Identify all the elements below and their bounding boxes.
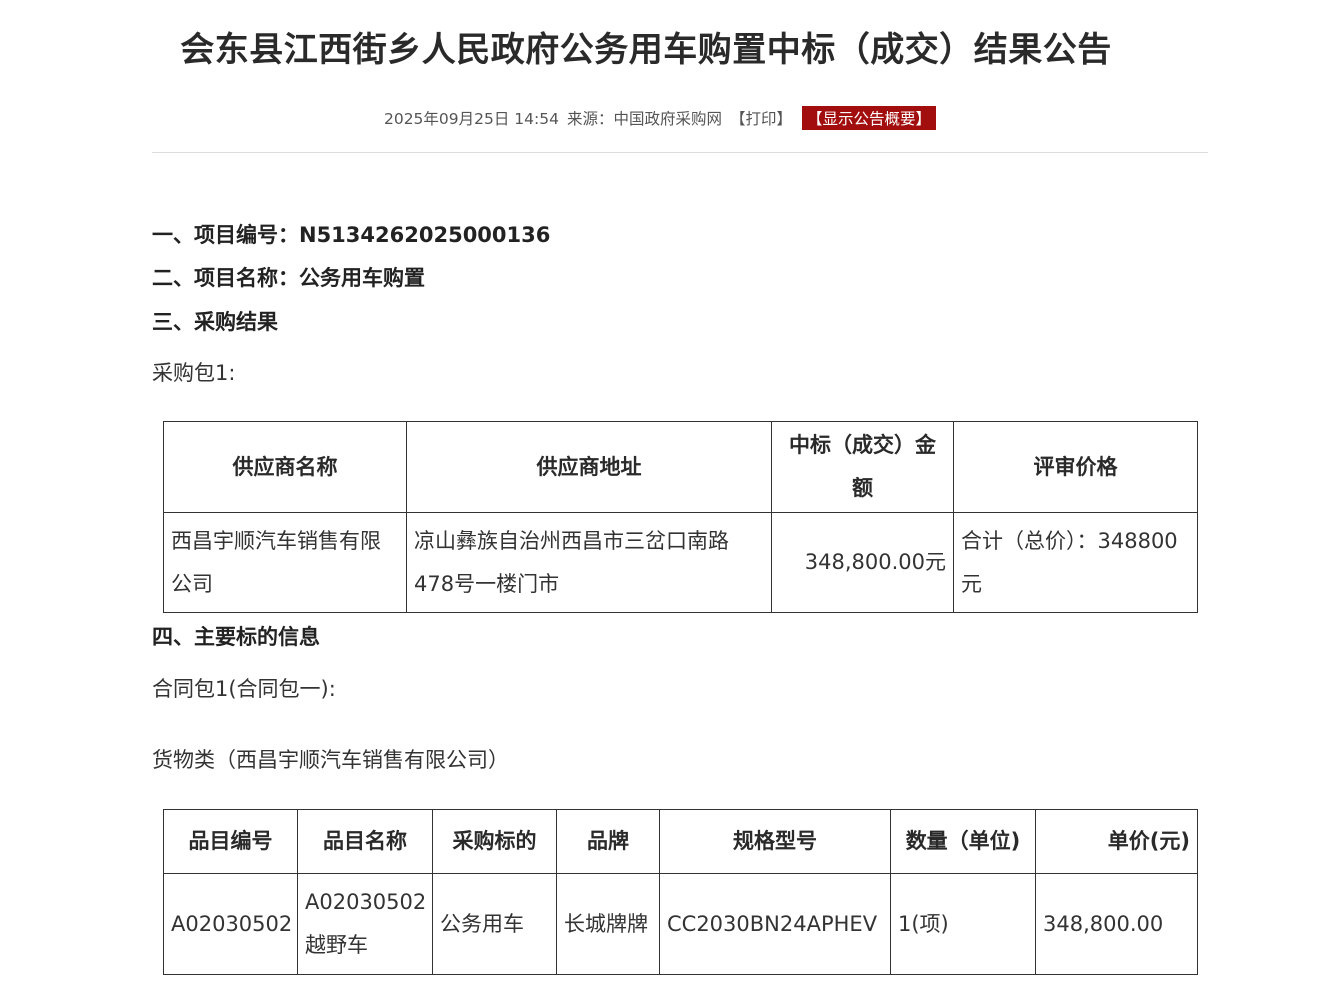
item-name-cell: A02030502越野车 [297,873,433,975]
header-award-amount: 中标（成交）金额 [771,421,954,513]
header-procurement-target: 采购标的 [432,809,557,874]
quantity-cell: 1(项) [890,873,1036,975]
header-quantity: 数量（单位) [890,809,1036,874]
goods-category-label: 货物类（西昌宇顺汽车销售有限公司） [152,748,509,772]
header-model: 规格型号 [659,809,891,874]
show-summary-button[interactable]: 【显示公告概要】 [802,106,937,130]
supplier-name-cell: 西昌宇顺汽车销售有限公司 [163,512,407,613]
goods-table: 品目编号 品目名称 采购标的 品牌 规格型号 数量（单位) 单价(元) A020… [163,809,1198,975]
main-info-heading: 四、主要标的信息 [152,625,320,649]
package-label: 采购包1: [152,361,236,385]
project-name: 二、项目名称：公务用车购置 [152,266,425,290]
announcement-page: 会东县江西街乡人民政府公务用车购置中标（成交）结果公告 2025年09月25日 … [0,0,1320,982]
header-review-price: 评审价格 [953,421,1198,513]
table-row: 西昌宇顺汽车销售有限公司 凉山彝族自治州西昌市三岔口南路478号一楼门市 348… [163,512,1198,613]
result-table-header: 供应商名称 供应商地址 中标（成交）金额 评审价格 [163,421,1198,513]
review-price-cell: 合计（总价）：348800元 [953,512,1198,613]
item-code-cell: A02030502 [163,873,298,975]
publish-datetime: 2025年09月25日 14:54 [383,110,559,128]
procurement-target-cell: 公务用车 [432,873,557,975]
header-item-code: 品目编号 [163,809,298,874]
header-item-name: 品目名称 [297,809,433,874]
header-supplier-name: 供应商名称 [163,421,407,513]
meta-bar: 2025年09月25日 14:54 来源： 中国政府采购网 【打印】 【显示公告… [0,104,1320,132]
header-divider [152,152,1208,153]
header-supplier-address: 供应商地址 [406,421,772,513]
header-unit-price: 单价(元) [1035,809,1198,874]
unit-price-cell: 348,800.00 [1035,873,1198,975]
goods-table-header: 品目编号 品目名称 采购标的 品牌 规格型号 数量（单位) 单价(元) [163,809,1198,874]
model-cell: CC2030BN24APHEV [659,873,891,975]
result-table: 供应商名称 供应商地址 中标（成交）金额 评审价格 西昌宇顺汽车销售有限公司 凉… [163,421,1198,613]
project-number: 一、项目编号：N5134262025000136 [152,223,551,247]
contract-package-label: 合同包1(合同包一): [152,677,336,701]
page-title: 会东县江西街乡人民政府公务用车购置中标（成交）结果公告 [180,30,1112,70]
source-label: 来源： [566,110,614,128]
header-brand: 品牌 [556,809,660,874]
brand-cell: 长城牌牌 [556,873,660,975]
source-name: 中国政府采购网 [613,110,722,128]
print-link[interactable]: 【打印】 [730,107,792,129]
procurement-result-heading: 三、采购结果 [152,310,278,334]
supplier-address-cell: 凉山彝族自治州西昌市三岔口南路478号一楼门市 [406,512,772,613]
table-row: A02030502 A02030502越野车 公务用车 长城牌牌 CC2030B… [163,873,1198,975]
award-amount-cell: 348,800.00元 [771,512,954,613]
